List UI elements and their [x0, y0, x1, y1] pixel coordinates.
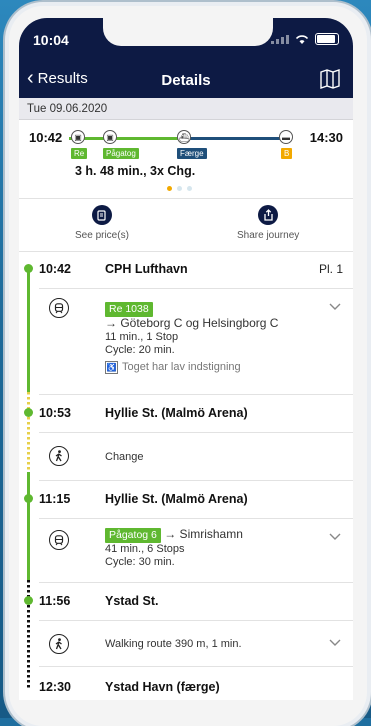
walking-icon	[49, 634, 69, 654]
page-dot	[177, 186, 182, 191]
badge-pagatog: Pågatog	[103, 148, 139, 159]
background-decoration	[3, 208, 6, 248]
signal-icon	[271, 34, 289, 44]
badge-ferry: Færge	[177, 148, 207, 159]
departure-time: 10:42	[29, 130, 63, 145]
leg-details: Re 1038 → Göteborg C og Helsingborg C 11…	[105, 302, 278, 374]
stop-name: Ystad Havn (færge)	[105, 680, 220, 694]
stop-name: Hyllie St. (Malmö Arena)	[105, 406, 248, 420]
train-icon: ▣	[103, 130, 117, 144]
leg-direction: → Simrishamn	[160, 527, 243, 541]
leg-row[interactable]: Walking route 390 m, 1 min.	[19, 620, 353, 666]
see-prices-label: See price(s)	[75, 230, 129, 241]
page-indicator	[167, 186, 192, 191]
share-journey-label: Share journey	[237, 230, 300, 241]
battery-icon	[315, 33, 339, 45]
stop-row[interactable]: 10:42 CPH Lufthavn Pl. 1	[19, 250, 353, 288]
stop-time: 11:15	[39, 492, 71, 506]
leg-row[interactable]: Re 1038 → Göteborg C og Helsingborg C 11…	[19, 288, 353, 394]
page-dot	[187, 186, 192, 191]
accessibility-note: Toget har lav indstigning	[122, 361, 241, 373]
leg-row[interactable]: Change	[19, 432, 353, 480]
line-tag: Pågatog 6	[105, 528, 161, 543]
page-dot-active	[167, 186, 172, 191]
leg-direction: → Göteborg C og Helsingborg C	[105, 316, 279, 330]
leg-cycle: Cycle: 20 min.	[105, 344, 175, 356]
walking-route: Walking route 390 m, 1 min.	[105, 638, 242, 650]
date-header: Tue 09.06.2020	[19, 98, 353, 120]
stop-name: Ystad St.	[105, 594, 159, 608]
stop-row[interactable]: 11:15 Hyllie St. (Malmö Arena)	[19, 480, 353, 518]
chevron-down-icon[interactable]	[329, 636, 341, 648]
journey-duration: 3 h. 48 min., 3x Chg.	[75, 164, 196, 178]
status-time: 10:04	[33, 32, 69, 48]
segment-ferry	[181, 137, 283, 140]
change-label: Change	[105, 451, 144, 463]
ticket-icon	[91, 205, 112, 225]
notch	[103, 18, 273, 46]
stop-time: 11:56	[39, 594, 71, 608]
train-icon: ▣	[71, 130, 85, 144]
background-decoration	[3, 150, 6, 190]
leg-row[interactable]: Pågatog 6 → Simrishamn 41 min., 6 Stops …	[19, 518, 353, 582]
stop-row[interactable]: 11:56 Ystad St.	[19, 582, 353, 620]
wheelchair-icon: ♿	[105, 361, 118, 374]
nav-bar: ‹ Results Details	[19, 62, 353, 98]
stop-time: 10:53	[39, 406, 71, 420]
status-bar: 10:04	[19, 18, 353, 62]
journey-details-list: 10:42 CPH Lufthavn Pl. 1 Re 1038 → Göteb…	[19, 250, 353, 700]
wifi-icon	[295, 34, 309, 44]
share-icon	[258, 205, 279, 225]
stop-time: 12:30	[39, 680, 71, 694]
stop-row[interactable]: 12:30 Ystad Havn (færge)	[19, 666, 353, 700]
segment-pagatog	[109, 137, 181, 140]
badge-bus: B	[281, 148, 293, 159]
see-prices-button[interactable]: See price(s)	[75, 205, 129, 241]
leg-details: Pågatog 6 → Simrishamn 41 min., 6 Stops …	[105, 528, 243, 569]
ferry-icon: ⛴	[177, 130, 191, 144]
chevron-down-icon[interactable]	[329, 300, 341, 312]
page-title: Details	[161, 72, 211, 89]
leg-cycle: Cycle: 30 min.	[105, 556, 175, 568]
badge-re: Re	[71, 148, 88, 159]
chevron-down-icon[interactable]	[329, 530, 341, 542]
walking-icon	[49, 446, 69, 466]
arrival-time: 14:30	[309, 130, 343, 145]
app-screen: 10:04 ‹ Results Details Tue 09.06.2020 1…	[19, 18, 353, 700]
map-icon[interactable]	[319, 68, 341, 90]
train-icon	[49, 530, 69, 550]
train-icon	[49, 298, 69, 318]
action-bar: See price(s) Share journey	[19, 198, 353, 252]
leg-duration: 41 min., 6 Stops	[105, 543, 185, 555]
stop-row[interactable]: 10:53 Hyllie St. (Malmö Arena)	[19, 394, 353, 432]
stop-name: Hyllie St. (Malmö Arena)	[105, 492, 248, 506]
stop-time: 10:42	[39, 262, 71, 276]
line-tag: Re 1038	[105, 302, 153, 317]
leg-duration: 11 min., 1 Stop	[105, 331, 179, 343]
platform: Pl. 1	[318, 262, 343, 276]
share-journey-button[interactable]: Share journey	[237, 205, 299, 241]
status-icons	[271, 33, 339, 45]
background-decoration	[3, 284, 6, 604]
stop-name: CPH Lufthavn	[105, 262, 188, 276]
background-decoration	[3, 62, 6, 98]
bus-icon: ▬	[279, 130, 293, 144]
